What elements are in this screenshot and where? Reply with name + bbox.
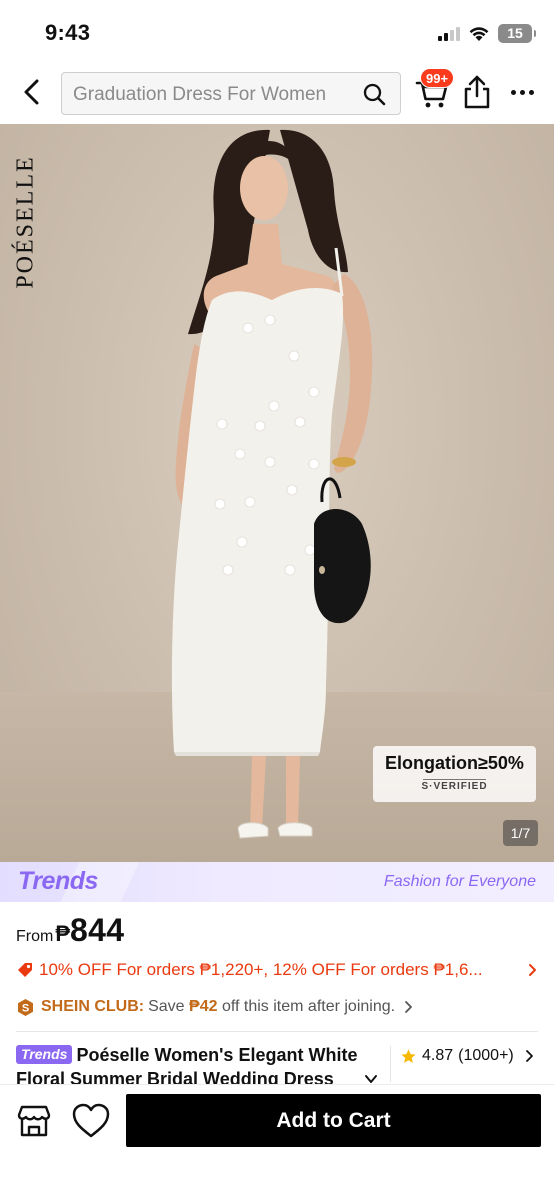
rating-summary[interactable]: 4.87 (1000+) [400, 1045, 536, 1067]
trends-chip: Trends [16, 1045, 73, 1064]
signal-icon [438, 25, 460, 41]
trends-slogan: Fashion for Everyone [383, 873, 536, 890]
review-count: (1000+) [458, 1047, 514, 1064]
price-currency: ₱ [55, 921, 71, 946]
search-input[interactable]: Graduation Dress For Women [61, 72, 401, 115]
top-nav: Graduation Dress For Women 99+ [0, 62, 554, 124]
svg-text:S: S [22, 1002, 29, 1014]
chevron-right-icon [405, 1001, 412, 1013]
search-placeholder: Graduation Dress For Women [73, 84, 327, 105]
elongation-badge: Elongation≥50% S·VERIFIED [373, 746, 536, 802]
promo-text: 10% OFF For orders ₱1,220+, 12% OFF For … [39, 960, 483, 979]
price-from-label: From [16, 928, 54, 945]
verified-label: S·VERIFIED [421, 781, 488, 792]
club-badge-icon: S [18, 998, 33, 1016]
wifi-icon [469, 26, 489, 41]
price-row: From ₱ 844 [16, 912, 124, 948]
promo-tag-icon [18, 963, 32, 977]
trends-banner[interactable]: Trends Fashion for Everyone [0, 862, 554, 902]
shein-club-row[interactable]: S SHEIN CLUB: Save ₱42 off this item aft… [16, 995, 540, 1019]
promo-row[interactable]: 10% OFF For orders ₱1,220+, 12% OFF For … [16, 958, 540, 982]
elongation-rule [423, 779, 486, 780]
rating-value: 4.87 [422, 1047, 454, 1064]
cart-badge: 99+ [420, 68, 455, 88]
status-icons: 15 [438, 23, 536, 43]
status-time: 9:43 [45, 20, 91, 45]
image-counter: 1/7 [503, 820, 538, 846]
store-icon[interactable] [14, 1101, 54, 1141]
club-text: Save ₱42 off this item after joining. [148, 998, 396, 1015]
chevron-right-icon [529, 964, 536, 976]
product-image-carousel[interactable]: POÉSELLE Elongation≥50% S·VERIFIED 1/7 [0, 124, 554, 862]
club-name: SHEIN CLUB: [41, 998, 145, 1015]
product-title-block[interactable]: Trends Poéselle Women's Elegant White Flo… [16, 1043, 388, 1085]
chevron-left-icon [24, 79, 39, 105]
elongation-label: Elongation≥50% [385, 753, 524, 773]
add-to-cart-button[interactable]: Add to Cart [126, 1094, 541, 1147]
price-value: 844 [70, 912, 125, 948]
trends-logo: Trends [18, 867, 98, 895]
share-icon[interactable] [460, 74, 494, 110]
bottom-action-bar: Add to Cart [0, 1084, 554, 1200]
chevron-right-icon [525, 1050, 533, 1062]
more-options-icon[interactable] [506, 80, 538, 104]
back-button[interactable] [14, 74, 50, 110]
battery-icon: 15 [498, 23, 536, 43]
section-divider [16, 1031, 538, 1032]
star-icon [401, 1048, 416, 1063]
product-photo-model [171, 129, 373, 839]
heart-icon[interactable] [70, 1101, 112, 1141]
status-bar: 9:43 15 [0, 0, 554, 62]
title-separator [390, 1046, 391, 1082]
search-icon[interactable] [362, 82, 386, 106]
brand-logo-vertical: POÉSELLE [12, 155, 39, 289]
